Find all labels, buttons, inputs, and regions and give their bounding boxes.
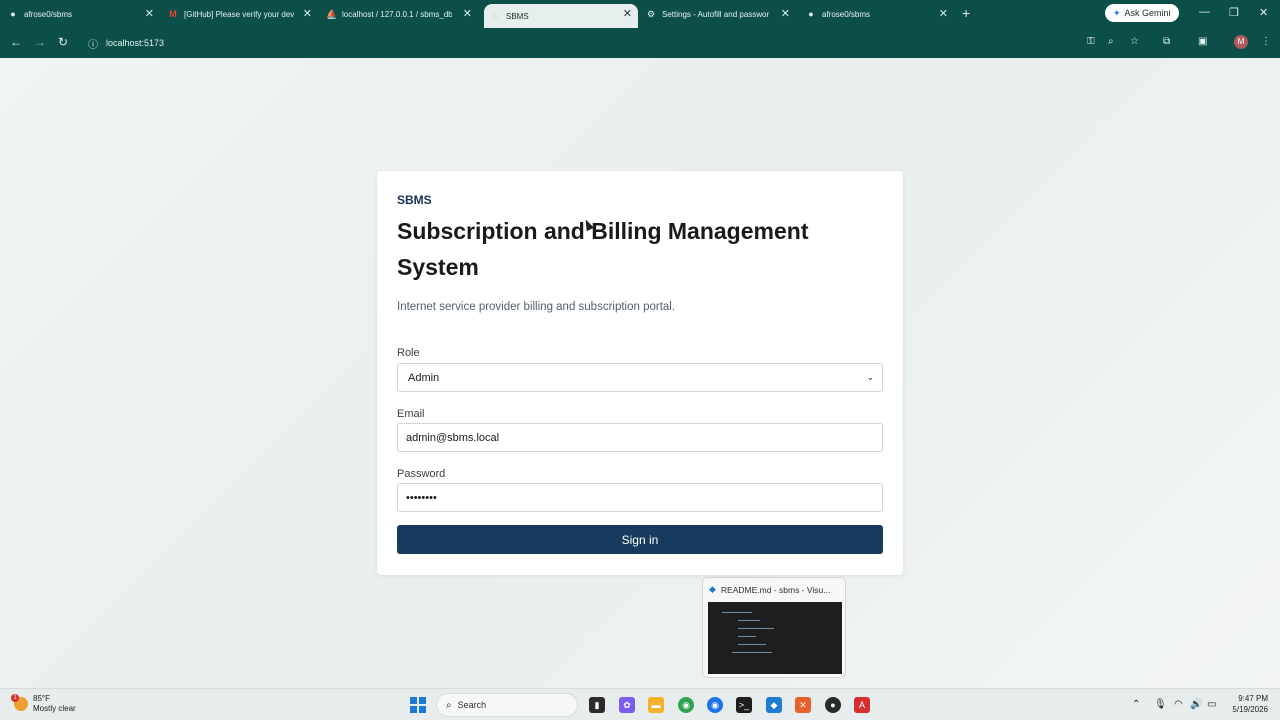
chrome-icon[interactable]: ◉ <box>678 697 694 713</box>
close-icon[interactable]: ✕ <box>303 6 312 22</box>
page-title: Subscription and Billing Management Syst… <box>397 218 809 280</box>
email-field[interactable]: admin@sbms.local <box>397 423 883 452</box>
role-select[interactable]: Admin ⌄ <box>397 363 883 392</box>
phpmyadmin-icon: ⛵ <box>326 9 338 19</box>
github-icon: ● <box>10 9 16 19</box>
close-icon[interactable]: ✕ <box>623 6 632 22</box>
xampp-icon[interactable]: ✕ <box>795 697 811 713</box>
email-label: Email <box>397 408 425 420</box>
tab-title: localhost / 127.0.0.1 / sbms_db <box>342 9 452 19</box>
email-value: admin@sbms.local <box>406 431 500 444</box>
file-explorer-icon[interactable]: ▬ <box>648 697 664 713</box>
extensions-icon[interactable]: ⧉ <box>1163 36 1170 47</box>
close-icon[interactable]: ✕ <box>145 6 154 22</box>
forward-button[interactable]: → <box>34 35 46 49</box>
tab-strip: ● afrose0/sbms ✕ M [GitHub] Please verif… <box>0 0 1280 28</box>
tab-title: afrose0/sbms <box>822 9 871 19</box>
taskbar-search[interactable]: ⌕ Search <box>436 693 578 717</box>
github-icon: ● <box>808 9 814 19</box>
split-view-icon[interactable]: ▣ <box>1198 36 1207 47</box>
tab-phpmyadmin[interactable]: ⛵ localhost / 127.0.0.1 / sbms_db ✕ <box>326 4 478 24</box>
clock-date: 5/19/2026 <box>1232 705 1268 714</box>
role-value: Admin <box>408 371 440 384</box>
site-info-icon[interactable]: ⓘ <box>88 36 98 51</box>
close-icon[interactable]: ✕ <box>781 6 790 22</box>
login-card: SBMS Subscription and Billing Management… <box>377 171 903 575</box>
password-field[interactable]: •••••••• <box>397 483 883 512</box>
gemini-spark-icon: ✦ <box>1113 7 1121 18</box>
chevron-up-icon[interactable]: ⌃ <box>1132 699 1140 710</box>
acrobat-icon[interactable]: A <box>854 697 870 713</box>
weather-desc: Mostly clear <box>33 704 76 713</box>
weather-icon: 1 <box>11 694 28 711</box>
tab-github-sbms-2[interactable]: ● afrose0/sbms ✕ <box>806 4 954 24</box>
microphone-icon[interactable]: 🎙 <box>1154 699 1167 710</box>
zoom-icon[interactable]: ⌕ <box>1108 36 1114 47</box>
ask-gemini-label: Ask Gemini <box>1124 8 1171 18</box>
tab-github-sbms-1[interactable]: ● afrose0/sbms ✕ <box>8 4 160 24</box>
battery-icon[interactable]: ▭ <box>1207 699 1216 710</box>
search-label: Search <box>457 700 487 710</box>
github-desktop-icon[interactable]: ● <box>825 697 841 713</box>
tab-title: SBMS <box>506 11 529 21</box>
page-background: SBMS Subscription and Billing Management… <box>0 58 1280 688</box>
restore-button[interactable]: ❐ <box>1229 6 1239 19</box>
minimize-button[interactable]: — <box>1199 6 1210 18</box>
bookmark-star-icon[interactable]: ☆ <box>1130 36 1139 47</box>
task-view-icon[interactable]: ▮ <box>589 697 605 713</box>
taskbar: 1 85°F Mostly clear ⌕ Search ▮ ✿ ▬ ◉ ◉ >… <box>0 688 1280 720</box>
ask-gemini-button[interactable]: ✦ Ask Gemini <box>1105 4 1179 22</box>
password-label: Password <box>397 468 446 480</box>
gmail-icon: M <box>169 9 177 19</box>
new-tab-button[interactable]: + <box>962 6 970 20</box>
url-text: localhost:5173 <box>106 38 165 48</box>
close-icon[interactable]: ✕ <box>463 6 472 22</box>
browser-toolbar: ← → ↻ ⓘ localhost:5173 ⚿ ⌕ ☆ ⧉ ▣ ⋮ <box>0 28 1280 58</box>
page-subtitle: Internet service provider billing and su… <box>397 301 676 313</box>
password-key-icon[interactable]: ⚿ <box>1087 36 1095 47</box>
volume-icon[interactable]: 🔊 <box>1190 699 1202 710</box>
gear-icon: ⚙ <box>646 9 656 19</box>
copilot-icon[interactable]: ✿ <box>619 697 635 713</box>
weather-widget[interactable]: 1 85°F Mostly clear <box>11 694 76 714</box>
preview-thumbnail <box>708 602 842 674</box>
password-value: •••••••• <box>406 491 437 504</box>
address-bar[interactable]: ⓘ localhost:5173 <box>80 31 1155 55</box>
avatar[interactable]: M <box>1234 35 1248 49</box>
globe-icon: ◌ <box>492 11 498 21</box>
tab-gmail[interactable]: M [GitHub] Please verify your dev ✕ <box>168 4 318 24</box>
tab-settings[interactable]: ⚙ Settings - Autofill and passwor ✕ <box>646 4 796 24</box>
tab-title: [GitHub] Please verify your dev <box>184 9 294 19</box>
brand-name: SBMS <box>397 193 432 207</box>
role-label: Role <box>397 347 420 359</box>
tab-title: Settings - Autofill and passwor <box>662 9 770 19</box>
close-window-button[interactable]: ✕ <box>1259 6 1268 19</box>
sign-in-button[interactable]: Sign in <box>397 525 883 554</box>
window-preview[interactable]: ◆ README.md - sbms - Visu... <box>702 577 846 678</box>
vscode-icon: ◆ <box>709 584 716 594</box>
chrome-profile-icon[interactable]: ◉ <box>707 697 723 713</box>
vscode-taskbar-icon[interactable]: ◆ <box>766 697 782 713</box>
search-icon: ⌕ <box>446 699 452 711</box>
reload-button[interactable]: ↻ <box>58 35 68 49</box>
menu-kebab-icon[interactable]: ⋮ <box>1261 36 1271 47</box>
back-button[interactable]: ← <box>10 35 22 49</box>
clock-time: 9:47 PM <box>1238 694 1268 703</box>
preview-title: ◆ README.md - sbms - Visu... <box>709 584 841 595</box>
tab-sbms[interactable]: ◌ SBMS ✕ <box>484 4 638 28</box>
notification-badge: 1 <box>11 694 19 702</box>
terminal-icon[interactable]: >_ <box>736 697 752 713</box>
weather-temp: 85°F <box>33 694 50 703</box>
wifi-icon[interactable]: ◠ <box>1174 699 1183 710</box>
start-button[interactable] <box>410 697 426 713</box>
preview-title-text: README.md - sbms - Visu... <box>720 584 831 595</box>
system-clock[interactable]: 9:47 PM 5/19/2026 <box>1222 693 1268 715</box>
chevron-down-icon: ⌄ <box>866 372 874 382</box>
close-icon[interactable]: ✕ <box>939 6 948 22</box>
tab-title: afrose0/sbms <box>24 9 73 19</box>
